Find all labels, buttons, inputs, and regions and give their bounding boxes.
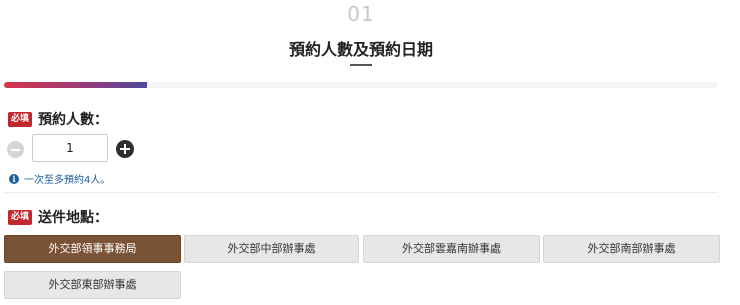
- required-badge: 必填: [8, 111, 33, 127]
- required-badge: 必填: [8, 209, 33, 225]
- title-underline: [350, 64, 372, 66]
- location-option-central[interactable]: 外交部中部辦事處: [184, 235, 359, 263]
- party-size-label: 必填 預約人數：: [8, 109, 108, 129]
- progress-bar-fill: [4, 82, 147, 88]
- section-divider: [4, 192, 718, 193]
- info-circle-icon: i: [9, 173, 19, 184]
- minus-circle-icon[interactable]: [7, 141, 24, 158]
- progress-bar: [4, 82, 718, 88]
- location-option-eastern[interactable]: 外交部東部辦事處: [4, 271, 181, 299]
- location-option-consular-affairs[interactable]: 外交部領事事務局: [4, 235, 181, 263]
- party-size-input[interactable]: [32, 134, 108, 162]
- location-option-southern[interactable]: 外交部南部辦事處: [543, 235, 720, 263]
- party-size-note-text: 一次至多預約4人。: [24, 175, 111, 186]
- delivery-location-label: 必填 送件地點：: [8, 207, 108, 227]
- reservation-step-panel: 01 預約人數及預約日期 必填 預約人數： i 一次至多預約4人。 必填 送件地…: [0, 0, 740, 305]
- delivery-location-label-text: 送件地點：: [38, 210, 109, 226]
- step-title: 預約人數及預約日期: [288, 40, 433, 59]
- party-size-note: i 一次至多預約4人。: [9, 171, 110, 186]
- location-option-yunchianan[interactable]: 外交部雲嘉南辦事處: [363, 235, 540, 263]
- party-size-label-text: 預約人數：: [38, 112, 109, 128]
- plus-circle-icon[interactable]: [116, 140, 134, 158]
- step-number: 01: [347, 2, 375, 26]
